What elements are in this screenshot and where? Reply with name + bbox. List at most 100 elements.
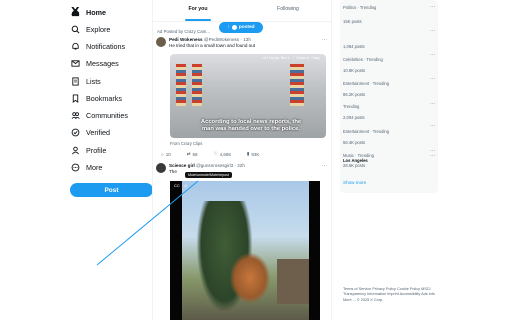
trend-posts: 56.4K posts xyxy=(343,140,366,146)
more-options-icon[interactable]: ··· xyxy=(322,37,327,43)
video-frame xyxy=(182,181,309,320)
home-feed: ○16 ⇄23 ♡104 ▮10.2K For you Following ↑ … xyxy=(152,0,332,320)
search-icon xyxy=(71,25,80,34)
tab-for-you[interactable]: For you xyxy=(153,0,243,21)
nav-communities-label: Communities xyxy=(86,110,128,120)
nav-profile[interactable]: Profile xyxy=(71,143,106,157)
trend-category: Celebrities · Trending xyxy=(343,57,383,62)
views-action[interactable]: ▮ 93K xyxy=(247,151,260,157)
trend-posts: 10.8K posts xyxy=(343,68,366,74)
reply-icon: ○ xyxy=(161,151,164,157)
tab-following[interactable]: Following xyxy=(243,0,331,21)
nav-communities[interactable]: Communities xyxy=(71,108,128,122)
house-shape xyxy=(277,259,309,304)
trend-item[interactable]: Trending 2,004 posts xyxy=(343,104,365,120)
trend-category: Trending xyxy=(343,104,360,109)
trend-item[interactable]: Music · Trending Los Angeles 28.5K posts xyxy=(343,153,374,169)
nav-verified[interactable]: Verified xyxy=(71,125,110,139)
more-options-icon[interactable]: ··· xyxy=(430,101,435,107)
trend-posts: 2,004 posts xyxy=(343,115,365,121)
store-shelf xyxy=(192,64,202,106)
trend-item[interactable]: Politics · Trending xyxy=(343,5,376,10)
nav-bookmarks[interactable]: Bookmarks xyxy=(71,91,122,105)
views-count: 93K xyxy=(251,151,260,157)
nav-profile-label: Profile xyxy=(86,145,107,155)
nav-more-label: More xyxy=(86,162,103,172)
new-posts-pill[interactable]: ↑ posted xyxy=(219,22,263,33)
nav-messages-label: Messages xyxy=(86,58,119,68)
ad-label: Ad Posted by Crazy Cam... xyxy=(157,29,210,34)
trend-item[interactable]: Entertainment · Trending 86.2K posts xyxy=(343,81,389,97)
from-attribution[interactable]: From Crazy Clips xyxy=(170,141,202,146)
trend-category: Politics · Trending xyxy=(343,5,377,10)
tweet-2-video[interactable]: CC ◁ xyxy=(170,181,320,320)
more-options-icon[interactable]: ··· xyxy=(430,28,435,34)
tweet-author-name[interactable]: Science girl xyxy=(169,163,195,168)
more-options-icon[interactable]: ··· xyxy=(430,4,435,10)
heart-icon: ♡ xyxy=(213,151,218,156)
trends-panel: Politics · Trending ··· 15K posts ··· 1,… xyxy=(340,0,438,193)
nav-explore-label: Explore xyxy=(86,24,111,34)
trend-category: Entertainment · Trending xyxy=(343,129,390,134)
more-options-icon[interactable]: ··· xyxy=(430,123,435,129)
trend-category: Entertainment · Trending xyxy=(343,81,390,86)
like-count: 4,696 xyxy=(219,151,231,157)
tweet-author-handle[interactable]: @PediWokeness · 13h xyxy=(204,37,251,42)
nav-bookmarks-label: Bookmarks xyxy=(86,93,122,103)
nav-explore[interactable]: Explore xyxy=(71,22,110,36)
views-icon: ▮ xyxy=(246,151,250,156)
cc-button[interactable]: CC xyxy=(174,183,180,188)
tweet-1-header: Pedi Wokeness @PediWokeness · 13h He tri… xyxy=(156,37,255,49)
more-options-icon[interactable]: ··· xyxy=(430,76,435,82)
avatar[interactable] xyxy=(156,163,166,173)
reply-count: 10 xyxy=(165,151,171,157)
nav-notifications[interactable]: Notifications xyxy=(71,39,125,53)
user-icon xyxy=(71,146,80,155)
show-more-link[interactable]: Show more xyxy=(343,180,366,185)
nav-home-label: Home xyxy=(86,7,106,17)
bookmark-icon xyxy=(71,93,80,103)
home-icon xyxy=(71,8,80,17)
verified-icon xyxy=(71,128,80,137)
tweet-author-name[interactable]: Pedi Wokeness xyxy=(169,37,203,42)
mute-icon[interactable]: ◁ xyxy=(184,183,187,188)
like-action[interactable]: ♡ 4,696 xyxy=(214,151,231,157)
trend-item[interactable]: Entertainment · Trending 56.4K posts xyxy=(343,129,389,145)
camera-label: Lollipop Mart / Camera Camp xyxy=(261,57,320,61)
repost-count: 58 xyxy=(192,151,198,157)
nav-home[interactable]: Home xyxy=(71,5,106,19)
bell-icon xyxy=(71,42,80,51)
avatar[interactable] xyxy=(156,37,166,47)
more-options-icon[interactable]: ··· xyxy=(430,52,435,58)
post-button[interactable]: Post xyxy=(70,183,153,197)
repost-icon: ⇄ xyxy=(186,151,191,156)
more-options-icon[interactable]: ··· xyxy=(430,153,435,159)
tooltip: Mute/unmute/Mute/repost xyxy=(185,172,232,178)
nav-messages[interactable]: Messages xyxy=(71,56,119,70)
trend-posts: 86.2K posts xyxy=(343,92,366,98)
trend-item[interactable]: Celebrities · Trending 10.8K posts xyxy=(343,57,383,73)
nav-lists-label: Lists xyxy=(86,76,101,86)
trend-posts: 1,084 posts xyxy=(343,44,365,49)
trend-item[interactable]: 1,084 posts xyxy=(343,44,365,49)
left-navigation: X Home Explore Notifications Messages Li… xyxy=(66,0,162,320)
tweet-author-handle[interactable]: @gunsnrosesgirl3 · 22h xyxy=(196,163,245,168)
video-controls: CC ◁ xyxy=(174,183,187,188)
more-circle-icon xyxy=(71,163,80,172)
more-options-icon[interactable]: ··· xyxy=(322,163,327,169)
reply-action[interactable]: ○ 10 xyxy=(161,152,171,157)
people-icon xyxy=(71,111,80,120)
nav-more[interactable]: More xyxy=(71,160,102,174)
trend-item[interactable]: 15K posts xyxy=(343,19,362,24)
feed-tabs: For you Following xyxy=(153,0,331,22)
store-shelf xyxy=(176,64,186,106)
tweet-1-actions: ○ 10 ⇄ 58 ♡ 4,696 ▮ 93K xyxy=(161,151,259,157)
repost-action[interactable]: ⇄ 58 xyxy=(187,151,198,157)
tweet-1-video[interactable]: Lollipop Mart / Camera Camp According to… xyxy=(170,54,326,138)
posted-pill-label: posted xyxy=(238,25,255,30)
right-sidebar: Politics · Trending ··· 15K posts ··· 1,… xyxy=(340,0,440,320)
avatar xyxy=(231,25,237,30)
nav-lists[interactable]: Lists xyxy=(71,74,101,88)
footer-links[interactable]: Terms of Service Privacy Policy Cookie P… xyxy=(343,287,439,303)
trend-posts: 15K posts xyxy=(343,19,362,24)
